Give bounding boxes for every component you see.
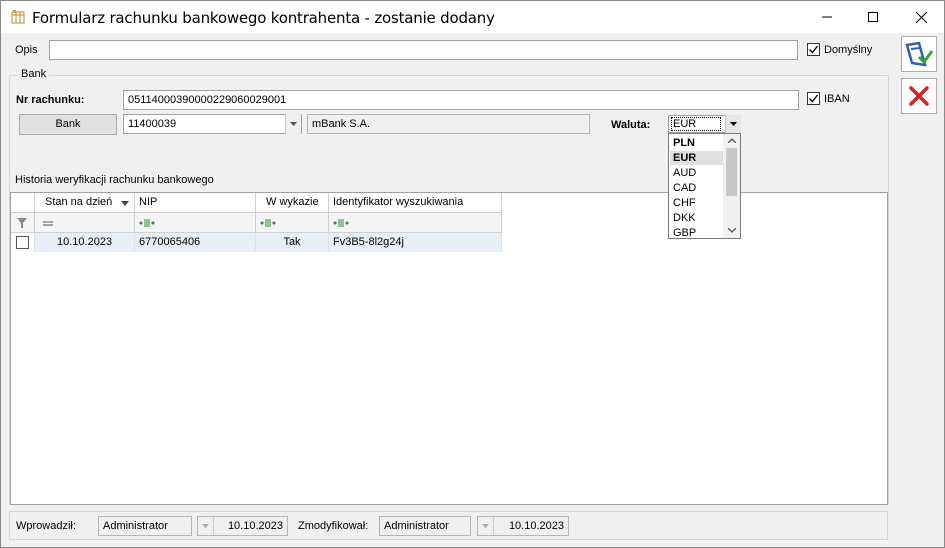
waluta-option-gbp[interactable]: GBP — [673, 227, 696, 239]
waluta-option-pln[interactable]: PLN — [673, 137, 695, 149]
waluta-option-aud[interactable]: AUD — [673, 167, 696, 179]
bank-code-value: 11400039 — [128, 118, 177, 130]
wprowadzil-label: Wprowadził: — [16, 520, 76, 532]
minimize-button[interactable] — [804, 1, 850, 33]
window-title: Formularz rachunku bankowego kontrahenta… — [32, 9, 495, 27]
filter-cell-identyfikator[interactable] — [329, 213, 502, 233]
zmodyfikowal-label: Zmodyfikował: — [298, 520, 369, 532]
table-cell-date[interactable]: 10.10.2023 — [35, 233, 135, 252]
domyslny-label: Domyślny — [824, 44, 873, 56]
waluta-selected-value: EUR — [671, 117, 721, 131]
form-icon — [10, 9, 26, 25]
column-header-label: Identyfikator wyszukiwania — [333, 196, 464, 208]
bank-code-input[interactable]: 11400039 — [123, 114, 302, 134]
save-button[interactable] — [901, 36, 937, 72]
bank-code-dropdown-button[interactable] — [285, 114, 301, 134]
filter-cell-w-wykazie[interactable] — [256, 213, 329, 233]
waluta-option-dkk[interactable]: DKK — [673, 212, 696, 224]
opis-input[interactable] — [49, 40, 798, 60]
title-bar: Formularz rachunku bankowego kontrahenta… — [1, 1, 944, 33]
bank-button[interactable]: Bank — [19, 114, 117, 135]
equals-icon — [43, 221, 53, 226]
wprowadzil-user-field: Administrator — [98, 516, 192, 536]
waluta-option-eur[interactable]: EUR — [673, 152, 696, 164]
chevron-down-icon — [730, 122, 737, 126]
table-cell-identyfikator[interactable]: Fv3B5-8l2g24j — [329, 233, 502, 252]
scrollbar-thumb[interactable] — [726, 148, 737, 196]
column-header-w-wykazie[interactable]: W wykazie — [256, 193, 329, 213]
wprowadzil-date-value: 10.10.2023 — [227, 520, 283, 532]
iban-label: IBAN — [824, 93, 850, 105]
filter-cell-stan-na-dzien[interactable] — [35, 213, 135, 233]
domyslny-checkbox[interactable] — [807, 43, 820, 56]
waluta-dropdown-list[interactable]: PLN EUR AUD CAD CHF DKK GBP — [668, 133, 741, 239]
abc-filter-icon — [260, 219, 276, 227]
abc-filter-icon — [333, 219, 349, 227]
filter-toggle-cell[interactable] — [11, 213, 35, 233]
nr-rachunku-label: Nr rachunku: — [16, 94, 85, 106]
table-cell-nip[interactable]: 6770065406 — [135, 233, 256, 252]
history-grid[interactable]: Stan na dzień NIP W wykazie Identyfikato… — [10, 192, 888, 505]
waluta-dropdown-button[interactable] — [725, 115, 741, 133]
chevron-down-icon — [482, 524, 489, 528]
header-checkbox-cell — [11, 193, 35, 213]
dialog-window: Formularz rachunku bankowego kontrahenta… — [0, 0, 945, 548]
column-header-stan-na-dzien[interactable]: Stan na dzień — [35, 193, 135, 213]
waluta-option-cad[interactable]: CAD — [673, 182, 696, 194]
dropdown-scrollbar[interactable] — [723, 134, 740, 238]
table-cell-w-wykazie[interactable]: Tak — [256, 233, 329, 252]
chevron-down-icon — [290, 122, 297, 126]
maximize-button[interactable] — [850, 1, 896, 33]
abc-filter-icon — [139, 219, 155, 227]
zmodyfikowal-date-value: 10.10.2023 — [508, 520, 564, 532]
bank-group-legend: Bank — [18, 68, 50, 80]
zmodyfikowal-user-field: Administrator — [379, 516, 471, 536]
save-check-icon — [905, 41, 933, 67]
opis-label: Opis — [15, 44, 38, 56]
filter-icon — [17, 218, 27, 228]
sort-desc-icon — [121, 201, 129, 206]
column-header-label: NIP — [139, 196, 158, 208]
history-title: Historia weryfikacji rachunku bankowego — [15, 174, 214, 186]
filter-cell-nip[interactable] — [135, 213, 256, 233]
column-header-nip[interactable]: NIP — [135, 193, 256, 213]
zmodyfikowal-date-dropdown — [478, 517, 494, 535]
column-header-label: Stan na dzień — [45, 196, 113, 208]
close-button[interactable] — [898, 1, 944, 33]
chevron-down-icon — [202, 524, 209, 528]
scroll-up-icon[interactable] — [728, 138, 736, 143]
row-checkbox[interactable] — [16, 236, 29, 249]
cancel-x-icon — [909, 86, 929, 106]
cancel-button[interactable] — [901, 78, 937, 114]
bank-name-field: mBank S.A. — [307, 114, 590, 134]
column-header-identyfikator[interactable]: Identyfikator wyszukiwania — [329, 193, 502, 213]
scroll-down-icon[interactable] — [728, 228, 736, 233]
waluta-option-chf[interactable]: CHF — [673, 197, 696, 209]
waluta-label: Waluta: — [611, 119, 651, 131]
iban-checkbox[interactable] — [807, 92, 820, 105]
nr-rachunku-input[interactable]: 05114000390000229060029001 — [123, 90, 799, 110]
table-row-checkbox-cell[interactable] — [11, 233, 35, 252]
column-header-label: W wykazie — [266, 196, 319, 208]
wprowadzil-date-dropdown — [198, 517, 214, 535]
